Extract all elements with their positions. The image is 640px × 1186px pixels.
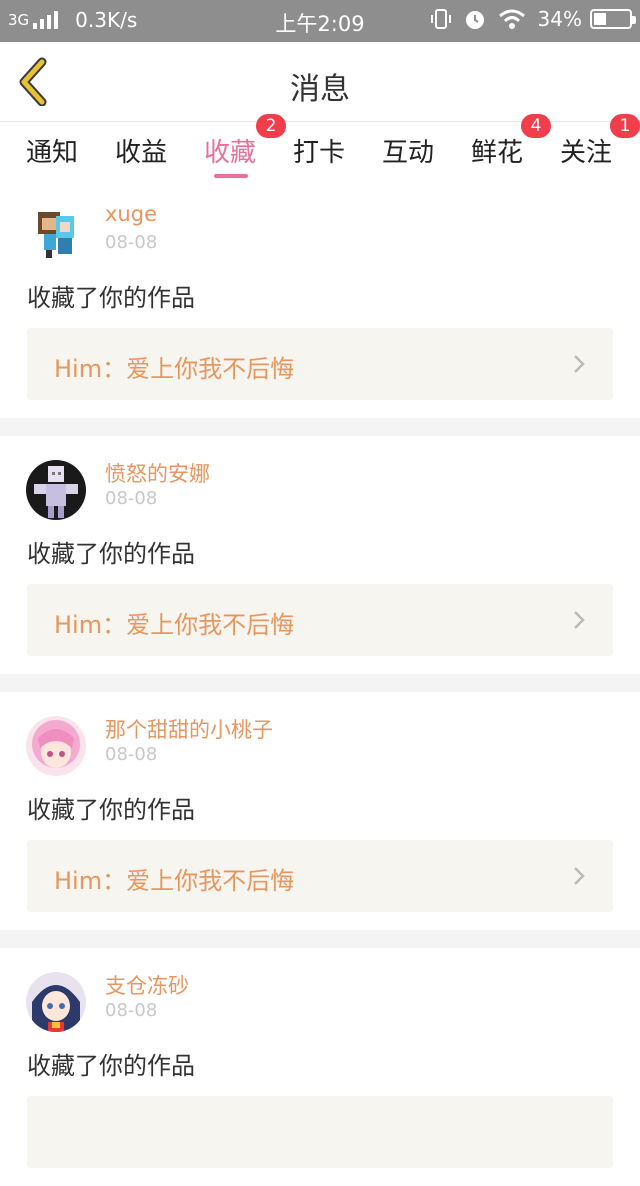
tab-favorites[interactable]: 收藏 2 bbox=[204, 114, 286, 169]
username[interactable]: 支仓冻砂 bbox=[105, 970, 189, 1000]
tab-label: 打卡 bbox=[293, 138, 346, 168]
tab-earnings[interactable]: 收益 bbox=[115, 132, 167, 169]
work-link[interactable] bbox=[27, 1096, 613, 1168]
chevron-right-icon bbox=[574, 355, 585, 373]
divider bbox=[0, 674, 640, 692]
avatar[interactable] bbox=[26, 204, 86, 264]
work-title: Him：爱上你我不后悔 bbox=[54, 611, 295, 639]
tab-badge: 4 bbox=[521, 114, 551, 138]
battery-percent: 34% bbox=[537, 7, 582, 31]
tab-label: 互动 bbox=[382, 138, 435, 168]
avatar[interactable] bbox=[26, 716, 86, 776]
message-feed: xuge 08-08 收藏了你的作品 Him：爱上你我不后悔 愤怒的安娜 08-… bbox=[0, 180, 640, 1186]
work-link[interactable]: Him：爱上你我不后悔 bbox=[27, 840, 613, 912]
tab-label: 收藏 bbox=[204, 138, 257, 168]
action-text: 收藏了你的作品 bbox=[27, 1052, 195, 1080]
tab-checkin[interactable]: 打卡 bbox=[293, 132, 345, 169]
work-title: Him：爱上你我不后悔 bbox=[54, 867, 295, 895]
status-bar: 3G 0.3K/s 上午2:09 34% bbox=[0, 0, 640, 42]
message-date: 08-08 bbox=[105, 232, 158, 253]
work-title: Him：爱上你我不后悔 bbox=[54, 355, 295, 383]
username[interactable]: 那个甜甜的小桃子 bbox=[105, 714, 273, 744]
list-item: xuge 08-08 收藏了你的作品 Him：爱上你我不后悔 bbox=[0, 180, 640, 418]
tab-label: 鲜花 bbox=[471, 138, 524, 168]
chevron-right-icon bbox=[574, 867, 585, 885]
tab-bar: 通知 收益 收藏 2 打卡 互动 鲜花 4 关注 1 bbox=[0, 114, 640, 180]
battery-icon bbox=[590, 9, 636, 29]
tab-badge: 2 bbox=[256, 114, 286, 138]
list-item: 愤怒的安娜 08-08 收藏了你的作品 Him：爱上你我不后悔 bbox=[0, 436, 640, 674]
tab-interaction[interactable]: 互动 bbox=[382, 132, 434, 169]
tab-badge: 1 bbox=[610, 114, 640, 138]
pixel-character-avatar-icon bbox=[26, 460, 86, 520]
anime-girl-avatar-icon bbox=[26, 716, 86, 776]
vibrate-icon bbox=[430, 8, 452, 30]
username[interactable]: xuge bbox=[105, 202, 157, 226]
active-tab-indicator bbox=[214, 174, 248, 178]
chevron-right-icon bbox=[574, 611, 585, 629]
username[interactable]: 愤怒的安娜 bbox=[105, 458, 210, 488]
tab-label: 关注 bbox=[560, 138, 613, 168]
list-item: 支仓冻砂 08-08 收藏了你的作品 bbox=[0, 948, 640, 1186]
tab-label: 收益 bbox=[115, 138, 168, 168]
action-text: 收藏了你的作品 bbox=[27, 540, 195, 568]
work-link[interactable]: Him：爱上你我不后悔 bbox=[27, 584, 613, 656]
alarm-icon bbox=[464, 8, 486, 30]
header: 消息 bbox=[0, 42, 640, 122]
divider bbox=[0, 930, 640, 948]
avatar[interactable] bbox=[26, 460, 86, 520]
page-title: 消息 bbox=[290, 72, 350, 107]
wifi-icon bbox=[498, 8, 526, 30]
message-date: 08-08 bbox=[105, 1000, 158, 1021]
action-text: 收藏了你的作品 bbox=[27, 284, 195, 312]
status-right: 34% bbox=[418, 7, 636, 31]
message-date: 08-08 bbox=[105, 744, 158, 765]
list-item: 那个甜甜的小桃子 08-08 收藏了你的作品 Him：爱上你我不后悔 bbox=[0, 692, 640, 930]
avatar[interactable] bbox=[26, 972, 86, 1032]
tab-follow[interactable]: 关注 1 bbox=[560, 114, 640, 169]
divider bbox=[0, 418, 640, 436]
tab-label: 通知 bbox=[26, 138, 79, 168]
message-date: 08-08 bbox=[105, 488, 158, 509]
anime-girl-avatar-icon bbox=[26, 972, 86, 1032]
tab-flowers[interactable]: 鲜花 4 bbox=[471, 114, 551, 169]
work-link[interactable]: Him：爱上你我不后悔 bbox=[27, 328, 613, 400]
tab-notifications[interactable]: 通知 bbox=[26, 132, 78, 169]
action-text: 收藏了你的作品 bbox=[27, 796, 195, 824]
battery-fill bbox=[594, 13, 606, 25]
pixel-character-avatar-icon bbox=[26, 204, 86, 264]
